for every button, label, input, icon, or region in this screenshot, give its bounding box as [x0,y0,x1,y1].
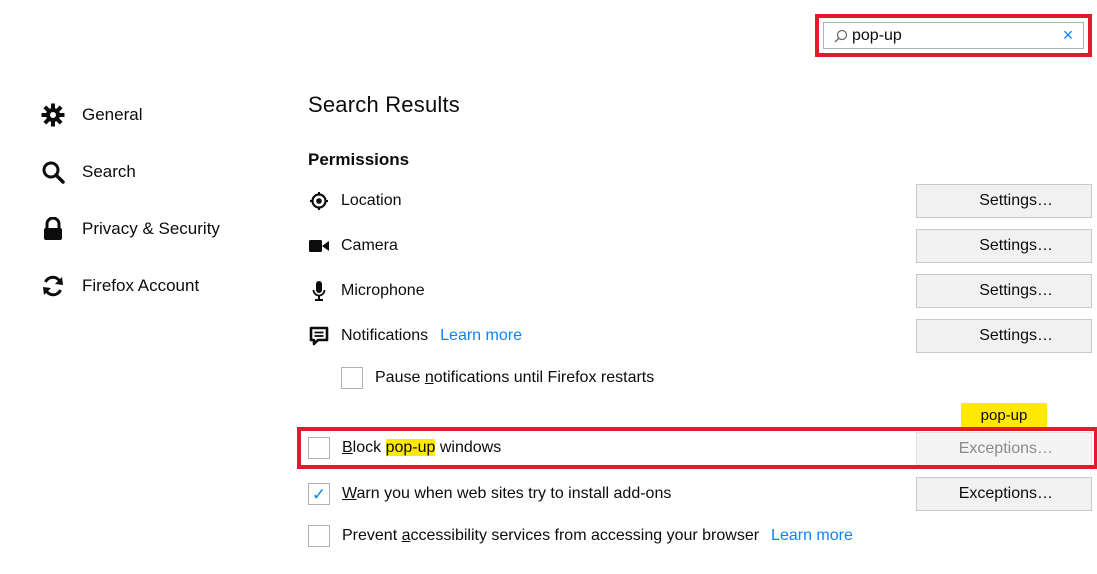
label-part: Prevent [342,527,402,544]
clear-search-button[interactable]: × [1059,25,1077,46]
popups-exceptions-button[interactable]: Exceptions… [916,432,1092,466]
label-part: ccessibility services from accessing you… [410,527,760,544]
microphone-icon [308,280,330,302]
permission-row-microphone: Microphone Settings… [308,274,1092,308]
permission-row-notifications: Notifications Learn more Settings… [308,319,1092,353]
sidebar: General Search Privacy & Security Firefo… [40,86,280,314]
camera-icon [308,235,330,257]
location-icon [308,190,330,212]
camera-settings-button[interactable]: Settings… [916,229,1092,263]
label-part: arn you when web sites try to install ad… [356,485,672,502]
sidebar-item-label: Privacy & Security [82,218,220,238]
permission-label: Microphone [341,282,425,299]
block-popups-checkbox[interactable] [308,437,330,459]
addons-exceptions-button[interactable]: Exceptions… [916,477,1092,511]
label-part: windows [435,439,502,456]
label-accesskey: a [401,527,411,544]
accessibility-learn-more-link[interactable]: Learn more [771,527,853,545]
search-icon [834,29,848,43]
permission-row-camera: Camera Settings… [308,229,1092,263]
block-popups-label: Block pop-up windows [342,439,501,457]
section-title-permissions: Permissions [308,150,410,169]
lock-icon [40,216,66,242]
sidebar-item-firefox-account[interactable]: Firefox Account [40,257,280,314]
notifications-learn-more-link[interactable]: Learn more [440,327,522,345]
checkmark-icon: ✓ [311,484,327,504]
label-part: otifications until Firefox restarts [433,369,655,386]
sidebar-item-label: Search [82,161,136,181]
search-highlight-frame: × [815,14,1092,57]
permission-label: Location [341,192,402,209]
search-match-highlight: pop-up [385,439,436,456]
page-title: Search Results [308,92,460,117]
warn-addons-checkbox[interactable]: ✓ [308,483,330,505]
prevent-accessibility-checkbox[interactable] [308,525,330,547]
sync-icon [40,273,66,299]
location-settings-button[interactable]: Settings… [916,184,1092,218]
label-part: Pause [375,369,425,386]
search-icon [40,159,66,185]
label-accesskey: W [342,485,357,502]
pause-notifications-checkbox[interactable] [341,367,363,389]
search-input[interactable] [848,23,1059,48]
search-box[interactable]: × [823,22,1084,49]
sidebar-item-label: Firefox Account [82,275,200,295]
warn-addons-label: Warn you when web sites try to install a… [342,485,671,503]
block-popups-row: Block pop-up windows [308,437,501,459]
permission-label: Notifications [341,327,429,344]
pause-notifications-row: Pause notifications until Firefox restar… [341,367,654,389]
permission-label: Camera [341,237,398,254]
search-match-tooltip: pop-up [961,403,1047,427]
label-part: lock [352,439,386,456]
prevent-accessibility-label: Prevent accessibility services from acce… [342,527,759,545]
warn-addons-row: ✓ Warn you when web sites try to install… [308,483,671,505]
notifications-icon [308,325,330,347]
pause-notifications-label: Pause notifications until Firefox restar… [375,369,654,387]
permission-row-location: Location Settings… [308,184,1092,218]
prevent-accessibility-row: Prevent accessibility services from acce… [308,525,853,547]
microphone-settings-button[interactable]: Settings… [916,274,1092,308]
sidebar-item-general[interactable]: General [40,86,280,143]
sidebar-item-privacy[interactable]: Privacy & Security [40,200,280,257]
sidebar-item-label: General [82,104,143,124]
label-accesskey: B [342,439,353,456]
label-accesskey: n [424,369,434,386]
gear-icon [40,102,66,128]
notifications-settings-button[interactable]: Settings… [916,319,1092,353]
sidebar-item-search[interactable]: Search [40,143,280,200]
